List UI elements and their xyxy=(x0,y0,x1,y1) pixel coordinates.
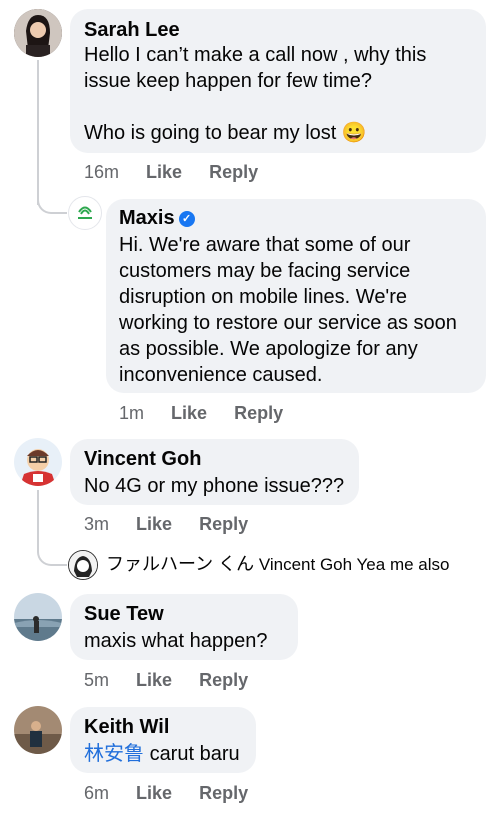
verified-badge-icon: ✓ xyxy=(178,210,195,227)
avatar[interactable] xyxy=(14,438,62,486)
reply-bubble: Maxis ✓ Hi. We're aware that some of our … xyxy=(106,199,486,393)
comment-meta: 1m Like Reply xyxy=(119,403,305,424)
timestamp[interactable]: 5m xyxy=(84,670,109,690)
like-button[interactable]: Like xyxy=(171,403,207,423)
comment-bubble: Sarah Lee Hello I can’t make a call now … xyxy=(70,9,486,153)
comment-meta: 16m Like Reply xyxy=(84,162,280,183)
timestamp[interactable]: 16m xyxy=(84,162,119,182)
avatar[interactable] xyxy=(14,9,62,57)
thread-line xyxy=(37,60,39,205)
comment-bubble: Keith Wil 林安鲁 carut baru xyxy=(70,707,256,773)
comment-text: maxis what happen? xyxy=(84,630,268,652)
reply-author-name[interactable]: ファルハーン くん xyxy=(106,554,254,574)
reply-button[interactable]: Reply xyxy=(199,514,248,534)
timestamp[interactable]: 6m xyxy=(84,783,109,803)
like-button[interactable]: Like xyxy=(136,670,172,690)
comment-meta: 6m Like Reply xyxy=(84,783,270,804)
avatar[interactable] xyxy=(14,706,62,754)
maxis-logo-avatar[interactable] xyxy=(68,196,102,230)
timestamp[interactable]: 1m xyxy=(119,403,144,423)
commenter-name[interactable]: Sarah Lee xyxy=(84,18,472,42)
timestamp[interactable]: 3m xyxy=(84,514,109,534)
like-button[interactable]: Like xyxy=(146,162,182,182)
comment-text: Hello I can’t make a call now , why this… xyxy=(84,44,427,144)
collapsed-reply[interactable]: ファルハーン くん Vincent Goh Yea me also xyxy=(106,553,449,576)
comment-text: No 4G or my phone issue??? xyxy=(84,475,345,497)
comment-text: Hi. We're aware that some of our custome… xyxy=(119,234,457,386)
reply-connector xyxy=(37,540,67,566)
reply-button[interactable]: Reply xyxy=(209,162,258,182)
reply-button[interactable]: Reply xyxy=(199,670,248,690)
comment-meta: 5m Like Reply xyxy=(84,670,270,691)
commenter-name[interactable]: Keith Wil xyxy=(84,715,242,739)
mention-link[interactable]: 林安鲁 xyxy=(84,743,144,765)
avatar[interactable] xyxy=(68,550,98,580)
commenter-name[interactable]: Maxis ✓ xyxy=(119,206,473,230)
reply-button[interactable]: Reply xyxy=(199,783,248,803)
mention-name[interactable]: Vincent Goh xyxy=(259,555,352,574)
comment-meta: 3m Like Reply xyxy=(84,514,270,535)
comment-text: 林安鲁 carut baru xyxy=(84,743,240,765)
comment-bubble: Vincent Goh No 4G or my phone issue??? xyxy=(70,439,359,505)
comment-bubble: Sue Tew maxis what happen? xyxy=(70,594,298,660)
reply-preview-text: Yea me also xyxy=(356,555,450,574)
avatar[interactable] xyxy=(14,593,62,641)
commenter-name[interactable]: Sue Tew xyxy=(84,602,284,626)
like-button[interactable]: Like xyxy=(136,514,172,534)
commenter-name[interactable]: Vincent Goh xyxy=(84,447,345,471)
like-button[interactable]: Like xyxy=(136,783,172,803)
reply-button[interactable]: Reply xyxy=(234,403,283,423)
reply-connector xyxy=(37,190,67,214)
